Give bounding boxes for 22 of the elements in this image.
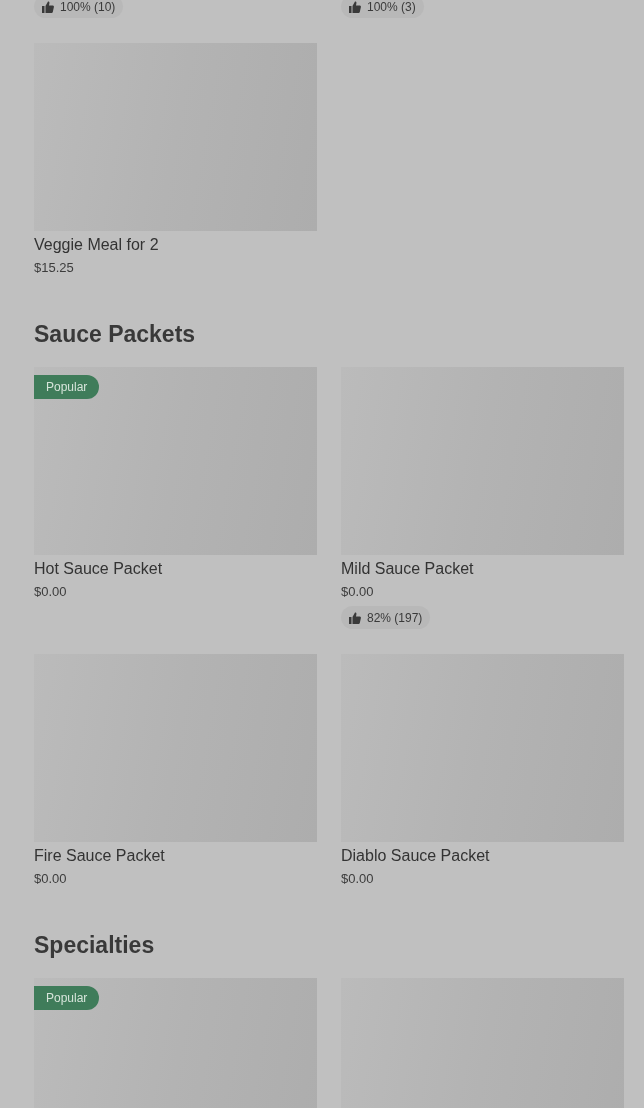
thumbs-up-icon [349,0,361,13]
section-heading: Specialties [34,931,156,960]
item-price: $0.00 [341,583,374,601]
item-price: $0.00 [34,583,67,601]
thumbs-up-icon [349,611,361,624]
rating-badge: 100% (10) [34,0,124,18]
section-heading: Sauce Packets [34,320,197,349]
item-name[interactable]: Mild Sauce Packet [341,559,474,579]
image-placeholder[interactable]: Popular [34,978,317,1108]
item-name[interactable]: Hot Sauce Packet [34,559,163,579]
image-placeholder[interactable]: Popular [34,367,317,555]
popular-badge: Popular [34,986,100,1010]
rating-badge: 82% (197) [341,606,431,629]
item-name[interactable]: Veggie Meal for 2 [34,235,159,255]
rating-badge: 100% (3) [341,0,424,18]
item-name[interactable]: Fire Sauce Packet [34,846,165,866]
thumbs-up-icon [42,0,54,13]
popular-badge: Popular [34,375,100,399]
item-name[interactable]: Diablo Sauce Packet [341,846,490,866]
item-price: $0.00 [34,870,67,888]
item-price: $15.25 [34,259,74,277]
item-price: $0.00 [341,870,374,888]
